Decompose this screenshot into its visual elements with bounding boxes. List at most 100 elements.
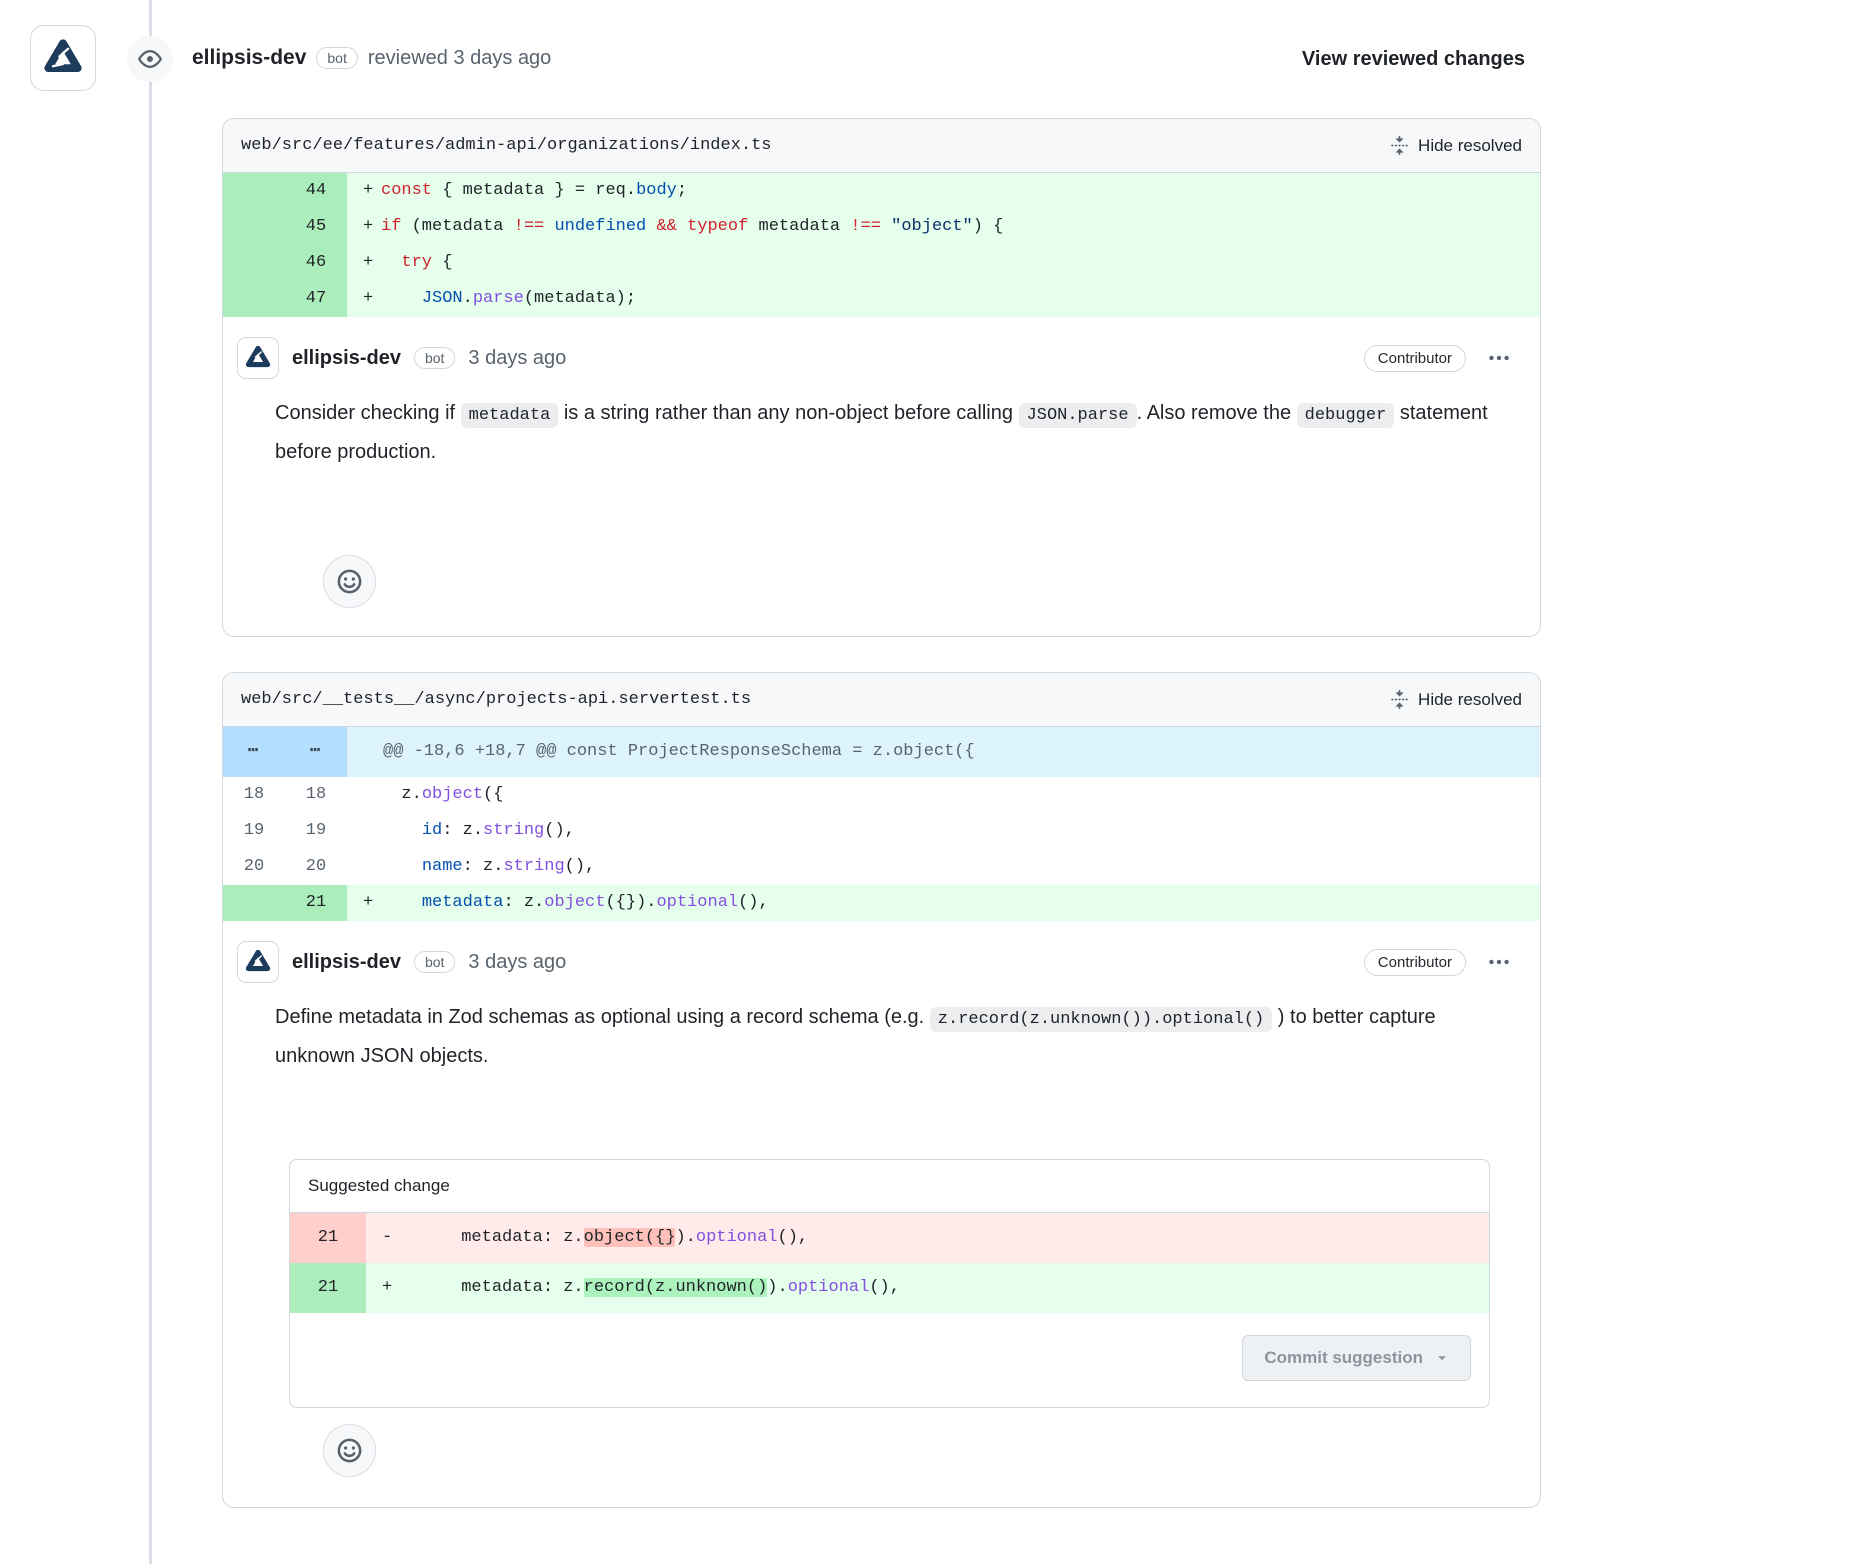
kebab-menu-icon[interactable] bbox=[1488, 347, 1510, 369]
avatar[interactable] bbox=[30, 25, 96, 91]
old-line-number bbox=[223, 209, 285, 245]
new-line-number: 21 bbox=[285, 885, 347, 921]
review-thread-card: web/src/ee/features/admin-api/organizati… bbox=[222, 118, 1541, 637]
code-line: metadata: z.object({}).optional(), bbox=[381, 885, 1540, 921]
comment-body: Define metadata in Zod schemas as option… bbox=[275, 999, 1498, 1075]
review-action-text: reviewed 3 days ago bbox=[368, 47, 551, 70]
diff-row: 47 + JSON.parse(metadata); bbox=[223, 281, 1540, 317]
diff-sign: + bbox=[347, 245, 381, 281]
ellipsis-logo-icon bbox=[243, 947, 273, 977]
code-line: const { metadata } = req.body; bbox=[381, 173, 1540, 209]
review-header: ellipsis-dev bot reviewed 3 days ago Vie… bbox=[0, 0, 1858, 92]
comment-author[interactable]: ellipsis-dev bbox=[292, 951, 401, 974]
contributor-badge: Contributor bbox=[1364, 949, 1466, 976]
new-line-number: 20 bbox=[285, 849, 347, 885]
new-line-number: 45 bbox=[285, 209, 347, 245]
diff-sign: - bbox=[366, 1213, 400, 1263]
diff-sign bbox=[347, 813, 381, 849]
diff-row: 44 + const { metadata } = req.body; bbox=[223, 173, 1540, 209]
smiley-icon bbox=[336, 1437, 363, 1464]
avatar[interactable] bbox=[237, 941, 279, 983]
new-line-number: 44 bbox=[285, 173, 347, 209]
old-line-number bbox=[223, 245, 285, 281]
bot-badge: bot bbox=[414, 951, 455, 973]
contributor-badge: Contributor bbox=[1364, 345, 1466, 372]
fold-icon bbox=[1390, 136, 1409, 155]
diff-sign: + bbox=[347, 209, 381, 245]
comment-timestamp[interactable]: 3 days ago bbox=[468, 347, 566, 370]
diff-sign bbox=[347, 849, 381, 885]
code-line: try { bbox=[381, 245, 1540, 281]
code-line: metadata: z.record(z.unknown()).optional… bbox=[400, 1263, 1489, 1313]
comment-timestamp[interactable]: 3 days ago bbox=[468, 951, 566, 974]
add-reaction-button[interactable] bbox=[323, 1424, 376, 1477]
hunk-row: ⋯ ⋯ @@ -18,6 +18,7 @@ const ProjectRespo… bbox=[223, 727, 1540, 777]
comment-author[interactable]: ellipsis-dev bbox=[292, 347, 401, 370]
view-reviewed-changes-link[interactable]: View reviewed changes bbox=[1302, 48, 1525, 71]
bot-badge: bot bbox=[316, 47, 357, 69]
new-line-number: 18 bbox=[285, 777, 347, 813]
hunk-old-ellipsis: ⋯ bbox=[223, 727, 285, 777]
hide-resolved-label: Hide resolved bbox=[1418, 136, 1522, 156]
diff-sign bbox=[347, 777, 381, 813]
code-line: z.object({ bbox=[381, 777, 1540, 813]
old-line-number: 19 bbox=[223, 813, 285, 849]
old-line-number: 20 bbox=[223, 849, 285, 885]
chevron-down-icon bbox=[1435, 1351, 1449, 1365]
old-line-number bbox=[223, 173, 285, 209]
diff-sign: + bbox=[347, 173, 381, 209]
diff-row: 46 + try { bbox=[223, 245, 1540, 281]
eye-icon bbox=[127, 36, 173, 82]
avatar[interactable] bbox=[237, 337, 279, 379]
old-line-number: 18 bbox=[223, 777, 285, 813]
review-thread-card: web/src/__tests__/async/projects-api.ser… bbox=[222, 672, 1541, 1508]
diff-row: 18 18 z.object({ bbox=[223, 777, 1540, 813]
suggestion-deletion-row: 21 - metadata: z.object({}).optional(), bbox=[290, 1213, 1489, 1263]
diff-row: 19 19 id: z.string(), bbox=[223, 813, 1540, 849]
suggested-change-title: Suggested change bbox=[290, 1160, 1489, 1213]
diff-sign: + bbox=[366, 1263, 400, 1313]
new-line-number: 19 bbox=[285, 813, 347, 849]
diff-sign: + bbox=[347, 885, 381, 921]
fold-icon bbox=[1390, 690, 1409, 709]
diff-row: 20 20 name: z.string(), bbox=[223, 849, 1540, 885]
ellipsis-logo-icon bbox=[40, 35, 86, 81]
comment-body: Consider checking if metadata is a strin… bbox=[275, 395, 1498, 471]
kebab-menu-icon[interactable] bbox=[1488, 951, 1510, 973]
commit-suggestion-label: Commit suggestion bbox=[1264, 1348, 1423, 1368]
hide-resolved-button[interactable]: Hide resolved bbox=[1390, 690, 1522, 710]
ellipsis-logo-icon bbox=[243, 343, 273, 373]
old-line-number bbox=[223, 885, 285, 921]
hunk-header-text: @@ -18,6 +18,7 @@ const ProjectResponseS… bbox=[347, 727, 975, 777]
code-line: JSON.parse(metadata); bbox=[381, 281, 1540, 317]
line-number: 21 bbox=[290, 1213, 366, 1263]
hide-resolved-button[interactable]: Hide resolved bbox=[1390, 136, 1522, 156]
diff-row: 21 + metadata: z.object({}).optional(), bbox=[223, 885, 1540, 921]
new-line-number: 46 bbox=[285, 245, 347, 281]
bot-badge: bot bbox=[414, 347, 455, 369]
comment: ellipsis-dev bot 3 days ago Contributor … bbox=[223, 921, 1540, 1507]
code-line: metadata: z.object({}).optional(), bbox=[400, 1213, 1489, 1263]
new-line-number: 47 bbox=[285, 281, 347, 317]
line-number: 21 bbox=[290, 1263, 366, 1313]
code-line: if (metadata !== undefined && typeof met… bbox=[381, 209, 1540, 245]
file-path-link[interactable]: web/src/ee/features/admin-api/organizati… bbox=[241, 136, 772, 155]
hunk-new-ellipsis: ⋯ bbox=[285, 727, 347, 777]
comment: ellipsis-dev bot 3 days ago Contributor … bbox=[223, 317, 1540, 636]
smiley-icon bbox=[336, 568, 363, 595]
hide-resolved-label: Hide resolved bbox=[1418, 690, 1522, 710]
add-reaction-button[interactable] bbox=[323, 555, 376, 608]
suggested-change-block: Suggested change 21 - metadata: z.object… bbox=[289, 1159, 1490, 1408]
file-header: web/src/ee/features/admin-api/organizati… bbox=[223, 119, 1540, 173]
file-path-link[interactable]: web/src/__tests__/async/projects-api.ser… bbox=[241, 690, 751, 709]
commit-suggestion-button[interactable]: Commit suggestion bbox=[1242, 1335, 1471, 1381]
old-line-number bbox=[223, 281, 285, 317]
code-line: name: z.string(), bbox=[381, 849, 1540, 885]
file-header: web/src/__tests__/async/projects-api.ser… bbox=[223, 673, 1540, 727]
review-author[interactable]: ellipsis-dev bbox=[192, 46, 306, 70]
code-line: id: z.string(), bbox=[381, 813, 1540, 849]
diff-sign: + bbox=[347, 281, 381, 317]
diff-row: 45 + if (metadata !== undefined && typeo… bbox=[223, 209, 1540, 245]
timeline-rail bbox=[149, 0, 152, 1564]
suggestion-addition-row: 21 + metadata: z.record(z.unknown()).opt… bbox=[290, 1263, 1489, 1313]
